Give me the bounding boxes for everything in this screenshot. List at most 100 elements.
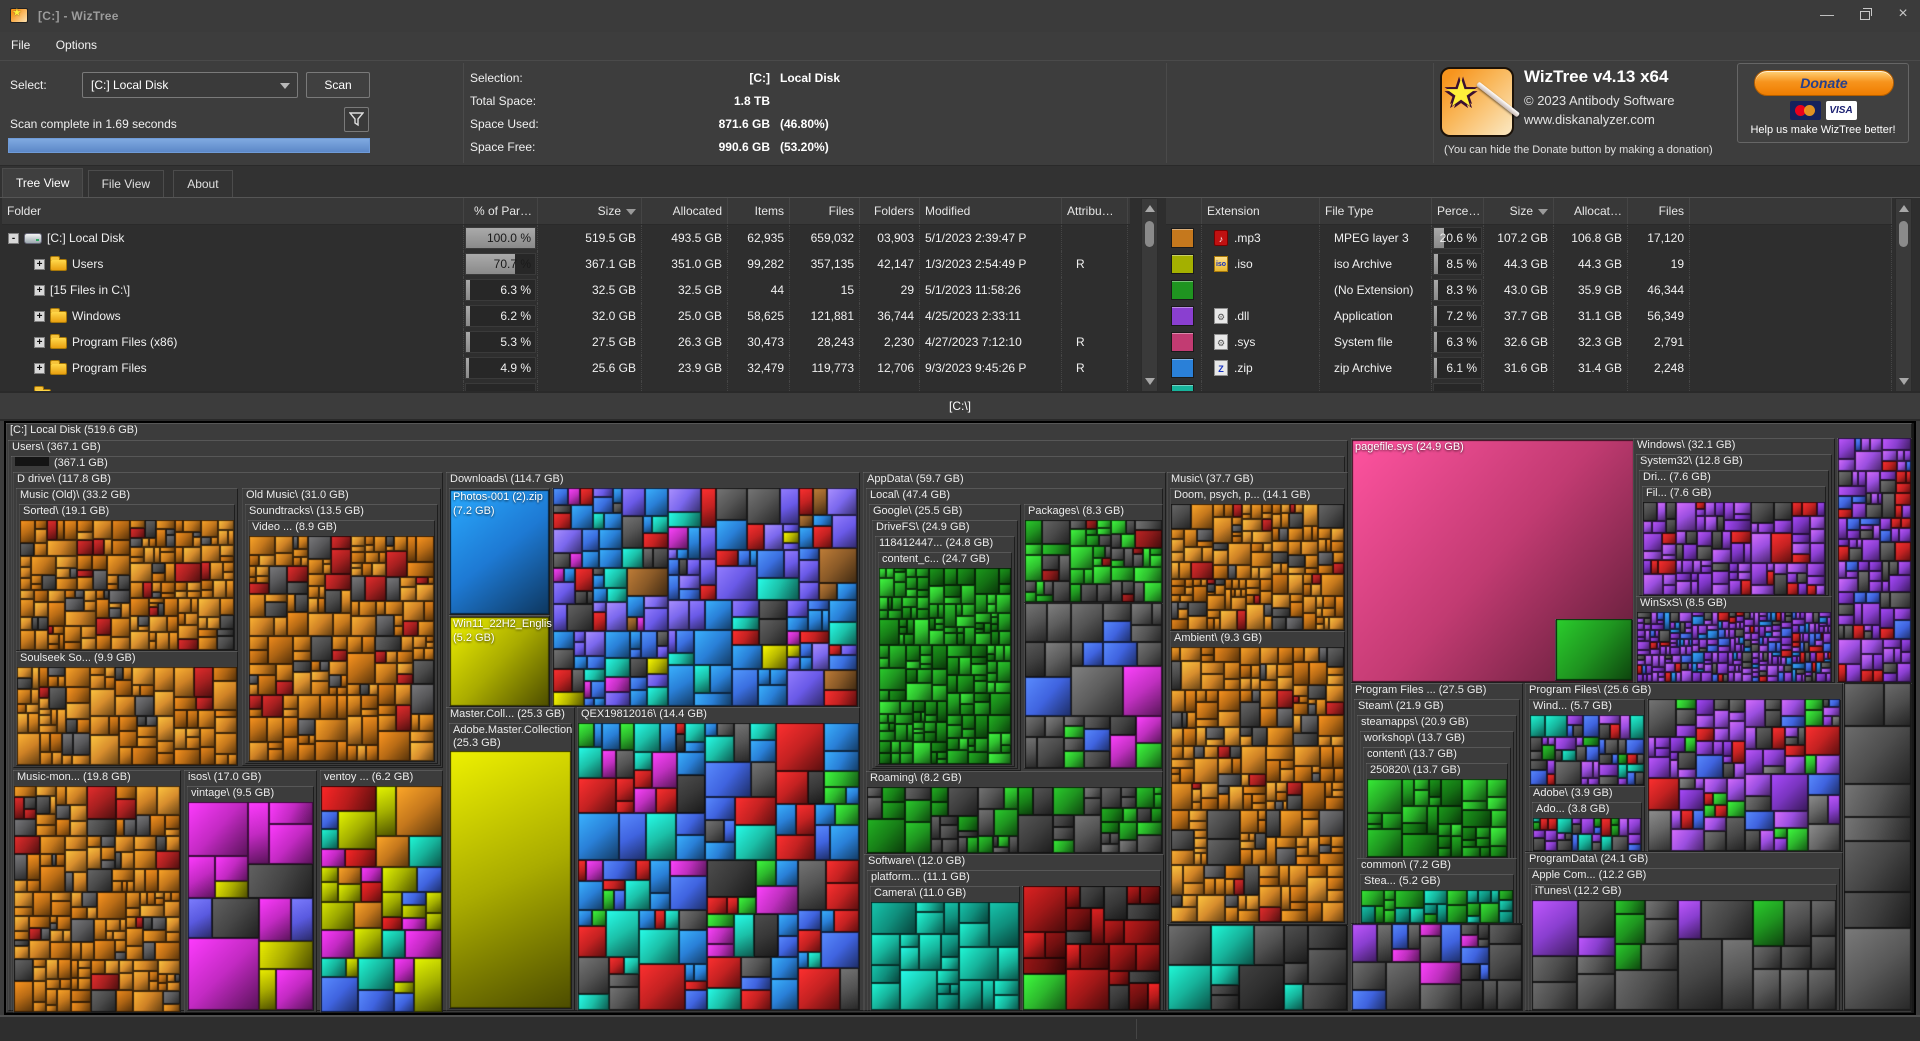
treemap-region-ambient[interactable]: Ambient\ (9.3 GB) xyxy=(1170,631,1345,923)
table-row[interactable] xyxy=(2,381,1130,391)
menu-options[interactable]: Options xyxy=(45,32,108,52)
column-header-folders[interactable]: Folders xyxy=(860,198,920,224)
filter-button[interactable] xyxy=(344,107,369,132)
column-header-allocated[interactable]: Allocated xyxy=(642,198,728,224)
expander-icon[interactable]: + xyxy=(34,311,45,322)
treemap-region-pf-mosaic[interactable] xyxy=(1647,699,1841,852)
expander-icon[interactable]: + xyxy=(34,337,45,348)
website-link[interactable]: www.diskanalyzer.com xyxy=(1524,112,1655,127)
treemap-mosaic[interactable] xyxy=(14,786,180,1012)
table-row[interactable]: -[C:] Local Disk100.0 %519.5 GB493.5 GB6… xyxy=(2,225,1130,251)
treemap-mosaic[interactable] xyxy=(1637,612,1831,682)
treemap-mosaic[interactable] xyxy=(450,751,571,1008)
treemap-region-local-rest[interactable] xyxy=(1024,603,1163,769)
treemap-region-pagefile-green[interactable] xyxy=(1555,619,1633,681)
expander-icon[interactable]: + xyxy=(34,363,45,374)
treemap-region-sorted[interactable]: Sorted\ (19.1 GB) xyxy=(19,504,235,651)
treemap-region-content-c[interactable]: content_c... (24.7 GB) xyxy=(878,552,1012,765)
treemap-mosaic[interactable] xyxy=(867,787,1162,853)
table-row[interactable]: +[15 Files in C:\]6.3 %32.5 GB32.5 GB441… xyxy=(2,277,1130,303)
treemap-region-stea[interactable]: Stea... (5.2 GB) xyxy=(1360,874,1514,924)
treemap-mosaic[interactable] xyxy=(321,786,442,1012)
scroll-up-icon[interactable] xyxy=(1145,205,1155,212)
drive-select[interactable]: [C:] Local Disk xyxy=(82,72,298,98)
treemap-region-software-right[interactable] xyxy=(1022,886,1161,1011)
treemap-mosaic[interactable] xyxy=(20,520,234,650)
treemap-region-ventoy[interactable]: ventoy ... (6.2 GB) xyxy=(320,770,443,1013)
treemap-mosaic[interactable] xyxy=(553,488,857,706)
table-row[interactable]: +Windows6.2 %32.0 GB25.0 GB58,625121,881… xyxy=(2,303,1130,329)
treemap-mosaic[interactable] xyxy=(871,902,1019,1010)
scroll-thumb[interactable] xyxy=(1145,221,1154,247)
treemap-mosaic[interactable] xyxy=(1367,779,1507,857)
table-row[interactable]: ⚙.dllApplication7.2 %37.7 GB31.1 GB56,34… xyxy=(1166,303,1892,329)
treemap-region-itunes[interactable]: iTunes\ (12.2 GB) xyxy=(1531,884,1837,1011)
column-header-attribu[interactable]: Attribu… xyxy=(1062,198,1128,224)
treemap-region-qex[interactable]: QEX19812016\ (14.4 GB) xyxy=(577,707,860,1011)
treemap-region-doom-psych[interactable]: Doom, psych, p... (14.1 GB) xyxy=(1170,488,1345,631)
donate-button[interactable]: Donate xyxy=(1754,70,1894,96)
treemap-mosaic[interactable] xyxy=(188,802,313,1010)
tab-about[interactable]: About xyxy=(173,170,232,197)
treemap-region-roaming[interactable]: Roaming\ (8.2 GB) xyxy=(866,771,1163,854)
treemap-mosaic[interactable] xyxy=(1025,520,1162,602)
table-row[interactable]: Z.zipzip Archive6.1 %31.6 GB31.4 GB2,248 xyxy=(1166,355,1892,381)
treemap-mosaic[interactable] xyxy=(1025,603,1162,768)
title-bar[interactable]: [C:] - WizTree — × xyxy=(0,0,1920,32)
treemap-region-adobe-master[interactable]: Adobe.Master.Collection.20 (25.3 GB) xyxy=(449,723,572,1009)
treemap-region-ado[interactable]: Ado... (3.8 GB) xyxy=(1532,802,1642,852)
table-row[interactable]: ⚙.sysSystem file6.3 %32.6 GB32.3 GB2,791 xyxy=(1166,329,1892,355)
scroll-thumb[interactable] xyxy=(1899,221,1908,247)
column-header-ofpar[interactable]: % of Par… xyxy=(464,198,538,224)
treemap-region-soulseek[interactable]: Soulseek So... (9.9 GB) xyxy=(16,651,238,766)
treemap-mosaic[interactable] xyxy=(1844,683,1911,1010)
column-header-files[interactable]: Files xyxy=(790,198,860,224)
column-header-modified[interactable]: Modified xyxy=(920,198,1062,224)
menu-file[interactable]: File xyxy=(0,32,41,52)
treemap-mosaic[interactable] xyxy=(1171,647,1344,922)
treemap[interactable]: [C:] Local Disk (519.6 GB)Users\ (367.1 … xyxy=(4,421,1916,1015)
scan-button[interactable]: Scan xyxy=(306,72,370,98)
scroll-down-icon[interactable] xyxy=(1145,378,1155,385)
extension-table-scrollbar[interactable] xyxy=(1895,198,1912,391)
treemap-mosaic[interactable] xyxy=(1023,886,1160,1010)
treemap-region-win11-iso[interactable]: Win11_22H2_Englis (5.2 GB) xyxy=(449,615,550,707)
treemap-region-music-mon[interactable]: Music-mon... (19.8 GB) xyxy=(13,770,181,1013)
treemap-region-packages[interactable]: Packages\ (8.3 GB) xyxy=(1024,504,1163,603)
treemap-mosaic[interactable] xyxy=(1556,619,1632,680)
tab-tree-view[interactable]: Tree View xyxy=(2,168,83,197)
treemap-mosaic[interactable] xyxy=(1171,504,1344,630)
treemap-mosaic[interactable] xyxy=(1352,924,1522,1010)
treemap-region-steam-below[interactable] xyxy=(1351,924,1523,1011)
expander-icon[interactable]: + xyxy=(34,285,45,296)
treemap-mosaic[interactable] xyxy=(1530,715,1644,785)
treemap-region-winsxs[interactable]: WinSxS\ (8.5 GB) xyxy=(1636,596,1832,683)
column-header-folder[interactable]: Folder xyxy=(2,198,464,224)
treemap-region-camera[interactable]: Camera\ (11.0 GB) xyxy=(870,886,1020,1011)
column-header-items[interactable]: Items xyxy=(728,198,790,224)
treemap-mosaic[interactable] xyxy=(249,536,434,761)
treemap-region-music-bottom[interactable] xyxy=(1167,925,1348,1011)
treemap-mosaic[interactable] xyxy=(1648,699,1840,851)
treemap-mosaic[interactable] xyxy=(1838,438,1911,682)
minimize-icon[interactable]: — xyxy=(1820,7,1834,21)
column-header-files[interactable]: Files xyxy=(1628,198,1690,224)
treemap-mosaic[interactable] xyxy=(1533,818,1641,851)
restore-icon[interactable] xyxy=(1860,11,1870,20)
column-header-perce[interactable]: Perce… xyxy=(1432,198,1484,224)
treemap-mosaic[interactable] xyxy=(879,568,1011,764)
table-row[interactable]: +Program Files4.9 %25.6 GB23.9 GB32,4791… xyxy=(2,355,1130,381)
treemap-region-wind[interactable]: Wind... (5.7 GB) xyxy=(1529,699,1645,786)
treemap-region-fil[interactable]: Fil... (7.6 GB) xyxy=(1642,486,1826,596)
expander-icon[interactable]: - xyxy=(8,233,19,244)
treemap-mosaic[interactable] xyxy=(17,667,237,765)
scroll-up-icon[interactable] xyxy=(1899,205,1909,212)
treemap-region-far-right[interactable] xyxy=(1843,683,1912,1011)
column-header-extension[interactable]: Extension xyxy=(1202,198,1320,224)
treemap-region-video[interactable]: Video ... (8.9 GB) xyxy=(248,520,435,762)
tab-file-view[interactable]: File View xyxy=(88,170,164,197)
treemap-mosaic[interactable] xyxy=(1168,925,1347,1010)
treemap-region-n250820[interactable]: 250820\ (13.7 GB) xyxy=(1366,763,1508,858)
treemap-region-downloads-files[interactable] xyxy=(552,488,858,707)
treemap-region-photos-zip[interactable]: Photos-001 (2).zip (7.2 GB) xyxy=(449,488,550,615)
